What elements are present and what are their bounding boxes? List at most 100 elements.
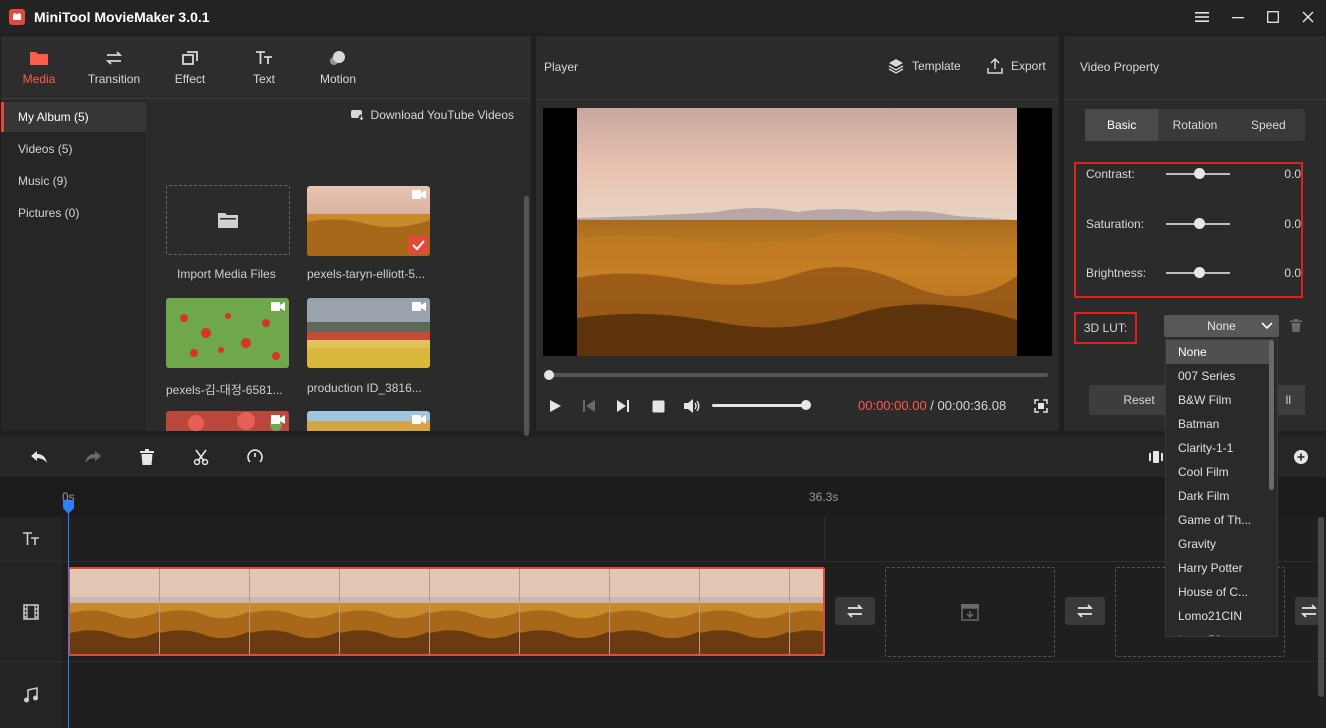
import-media-button[interactable] xyxy=(166,185,290,255)
album-item-videos[interactable]: Videos (5) xyxy=(1,134,146,164)
redo-icon[interactable] xyxy=(83,447,103,467)
trash-icon[interactable] xyxy=(1290,319,1302,335)
delete-icon[interactable] xyxy=(137,447,157,467)
media-scrollbar[interactable] xyxy=(524,196,529,436)
tab-label: Transition xyxy=(88,72,140,86)
zoom-in-icon[interactable] xyxy=(1291,447,1311,467)
lut-option[interactable]: 007 Series xyxy=(1166,364,1270,388)
empty-clip-slot[interactable] xyxy=(885,567,1055,657)
audio-track-icon xyxy=(23,687,39,703)
tab-speed[interactable]: Speed xyxy=(1232,109,1305,141)
export-label: Export xyxy=(1011,59,1046,73)
template-button[interactable]: Template xyxy=(888,58,961,74)
stop-icon[interactable] xyxy=(648,396,668,416)
transition-slot-button[interactable] xyxy=(1065,597,1105,625)
album-item-music[interactable]: Music (9) xyxy=(1,166,146,196)
lut-option[interactable]: Lomo21CIN xyxy=(1166,604,1270,628)
app-logo-icon xyxy=(9,9,25,25)
play-icon[interactable] xyxy=(545,396,565,416)
tab-basic[interactable]: Basic xyxy=(1085,109,1158,141)
folder-icon xyxy=(217,211,239,229)
transition-icon xyxy=(1076,604,1094,618)
video-clip[interactable] xyxy=(68,567,825,656)
video-camera-icon xyxy=(412,302,426,311)
media-thumbnail[interactable] xyxy=(307,411,430,431)
video-track-icon xyxy=(23,604,39,620)
transition-icon xyxy=(105,50,123,66)
dropdown-scrollbar[interactable] xyxy=(1269,340,1274,490)
contrast-handle[interactable] xyxy=(1194,168,1205,179)
transition-slot-button[interactable] xyxy=(835,597,875,625)
media-thumbnail[interactable] xyxy=(307,186,430,256)
download-youtube-button[interactable]: Download YouTube Videos xyxy=(351,108,514,122)
menu-icon[interactable] xyxy=(1184,0,1220,33)
media-item-label: pexels-taryn-elliott-5... xyxy=(307,267,435,281)
timeline-ruler[interactable]: 0s 36.3s xyxy=(0,477,1326,517)
media-thumbnail[interactable] xyxy=(166,298,289,368)
minimize-icon[interactable] xyxy=(1220,0,1256,33)
media-thumbnail[interactable] xyxy=(166,411,289,431)
volume-icon[interactable] xyxy=(682,396,702,416)
saturation-handle[interactable] xyxy=(1194,218,1205,229)
contrast-value: 0.0 xyxy=(1284,167,1301,181)
ruler-mark: 36.3s xyxy=(809,490,838,504)
lut-option[interactable]: Cool Film xyxy=(1166,460,1270,484)
tab-media[interactable]: Media xyxy=(2,36,76,99)
next-frame-icon[interactable] xyxy=(613,396,633,416)
track-divider xyxy=(0,661,1326,662)
import-media-label: Import Media Files xyxy=(177,267,305,281)
lut-option[interactable]: House of C... xyxy=(1166,580,1270,604)
tab-text[interactable]: Text xyxy=(227,36,301,99)
close-icon[interactable] xyxy=(1290,0,1326,33)
property-title: Video Property xyxy=(1080,60,1159,74)
contrast-row: Contrast: 0.0 xyxy=(1086,164,1301,184)
lut-option[interactable]: Game of Th... xyxy=(1166,508,1270,532)
current-time: 00:00:00.00 xyxy=(858,398,927,413)
video-track-header xyxy=(0,562,62,661)
app-title: MiniTool MovieMaker 3.0.1 xyxy=(34,9,210,25)
timeline-scrollbar[interactable] xyxy=(1318,517,1324,697)
album-item-my-album[interactable]: My Album (5) xyxy=(1,102,146,132)
lut-select[interactable]: None xyxy=(1164,315,1279,337)
speed-icon[interactable] xyxy=(245,447,265,467)
video-preview[interactable] xyxy=(543,108,1052,356)
media-thumbnail[interactable] xyxy=(307,298,430,368)
lut-option[interactable]: None xyxy=(1166,340,1270,364)
lut-option[interactable]: Clarity-1-1 xyxy=(1166,436,1270,460)
audio-track-header xyxy=(0,662,62,728)
fullscreen-icon[interactable] xyxy=(1031,396,1051,416)
previous-frame-icon[interactable] xyxy=(579,396,599,416)
brightness-handle[interactable] xyxy=(1194,267,1205,278)
toolbar-tabs: Media Transition Effect Text Motion xyxy=(1,36,531,99)
lut-option[interactable]: B&W Film xyxy=(1166,388,1270,412)
timeline-toolbar xyxy=(0,437,1326,477)
title-bar: MiniTool MovieMaker 3.0.1 xyxy=(0,0,1326,33)
tab-rotation[interactable]: Rotation xyxy=(1158,109,1231,141)
basic-adjustments-box: Contrast: 0.0 Saturation: 0.0 Brightness… xyxy=(1074,162,1303,298)
volume-handle[interactable] xyxy=(801,400,811,410)
lut-selected-value: None xyxy=(1207,319,1236,333)
video-camera-icon xyxy=(271,415,285,424)
lut-option[interactable]: Dark Film xyxy=(1166,484,1270,508)
tab-motion[interactable]: Motion xyxy=(301,36,375,99)
time-separator: / xyxy=(927,398,938,413)
lut-option[interactable]: Harry Potter xyxy=(1166,556,1270,580)
tab-label: Motion xyxy=(320,72,356,86)
export-button[interactable]: Export xyxy=(987,58,1046,74)
undo-icon[interactable] xyxy=(29,447,49,467)
divider xyxy=(1064,99,1326,100)
seek-bar[interactable] xyxy=(549,373,1048,377)
tab-effect[interactable]: Effect xyxy=(153,36,227,99)
lut-option[interactable]: Batman xyxy=(1166,412,1270,436)
maximize-icon[interactable] xyxy=(1255,0,1291,33)
motion-icon xyxy=(329,50,347,66)
seek-handle[interactable] xyxy=(544,370,554,380)
playhead-handle[interactable] xyxy=(63,500,74,514)
volume-slider[interactable] xyxy=(712,404,808,407)
lut-option[interactable]: Lomo50 xyxy=(1166,628,1270,637)
zoom-fit-icon[interactable] xyxy=(1146,447,1166,467)
album-item-pictures[interactable]: Pictures (0) xyxy=(1,198,146,228)
tab-transition[interactable]: Transition xyxy=(77,36,151,99)
split-icon[interactable] xyxy=(191,447,211,467)
lut-option[interactable]: Gravity xyxy=(1166,532,1270,556)
